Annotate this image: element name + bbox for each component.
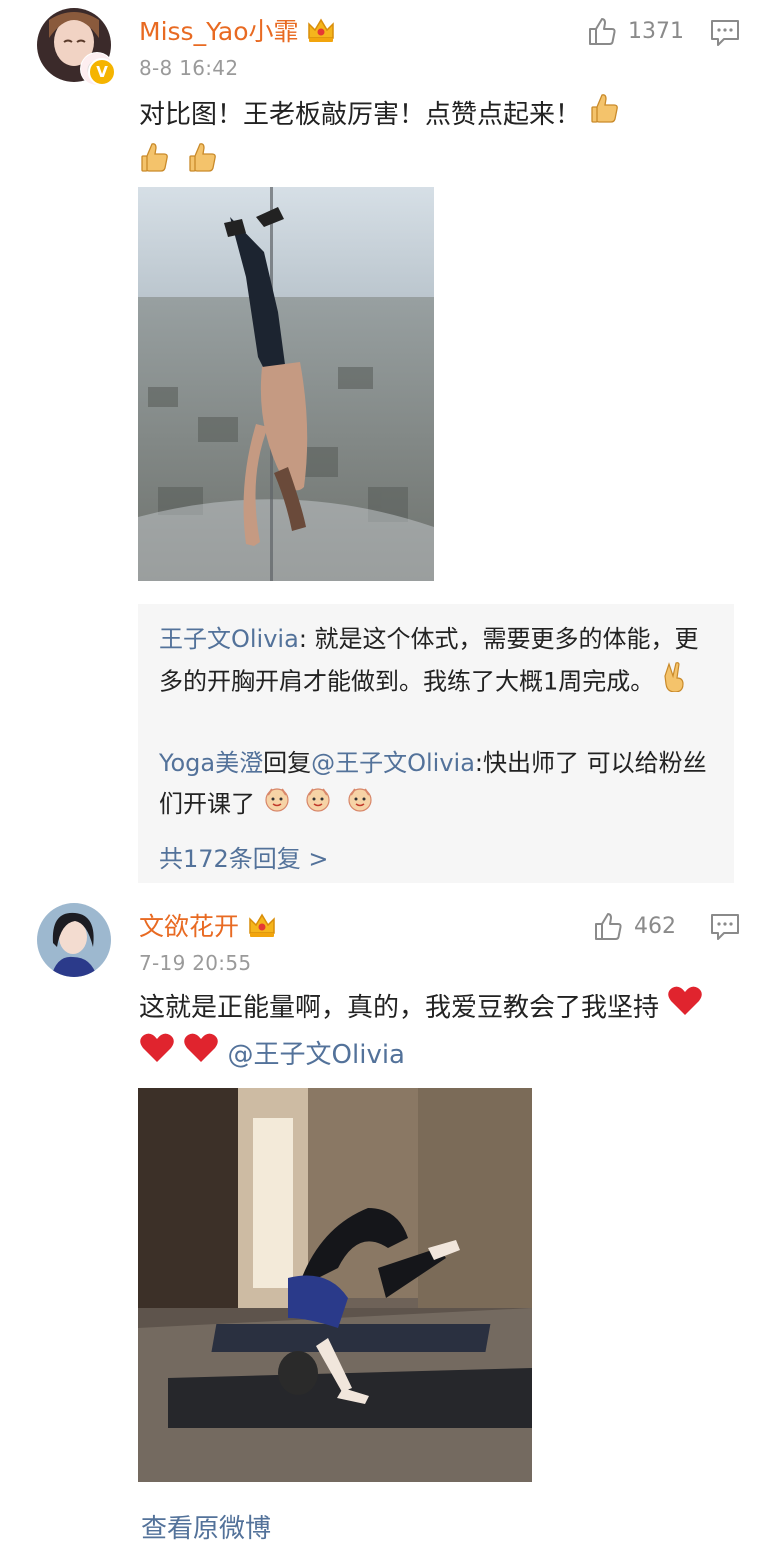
mention-link[interactable]: @王子文Olivia	[228, 1040, 405, 1070]
comment-time: 7-19 20:55	[139, 951, 252, 975]
crown-vip-icon	[306, 16, 336, 50]
verified-badge-icon: V	[88, 58, 116, 86]
avatar[interactable]	[37, 903, 111, 977]
view-original-post-link[interactable]: 查看原微博	[141, 1508, 271, 1545]
avatar-image-icon	[37, 903, 111, 977]
like-count: 462	[634, 913, 676, 939]
comment-photo[interactable]	[138, 187, 434, 581]
comment-username[interactable]: Miss_Yao小霏	[139, 12, 336, 50]
like-button[interactable]: 1371	[586, 14, 684, 48]
victory-hand-emoji-icon	[662, 660, 690, 705]
reply-separator: :	[298, 625, 315, 653]
handstand-photo-icon	[138, 187, 434, 581]
cheer-emoji-icon	[263, 785, 291, 826]
reply-word: 回复	[263, 749, 312, 777]
username-text[interactable]: Miss_Yao小霏	[139, 17, 299, 46]
comment-text: 对比图！王老板敲厉害！点赞点起来！	[139, 100, 582, 130]
more-replies-link[interactable]: 共172条回复 >	[159, 839, 329, 874]
yoga-photo-icon	[138, 1088, 532, 1482]
mention-link[interactable]: @王子文Olivia	[311, 749, 475, 777]
heart-emoji-icon	[183, 1032, 219, 1079]
comment-text: 这就是正能量啊，真的，我爱豆教会了我坚持	[139, 993, 660, 1023]
like-button[interactable]: 462	[592, 909, 676, 943]
reply-comment-button[interactable]	[709, 912, 741, 946]
crown-vip-icon	[247, 911, 277, 945]
comment-bubble-icon	[711, 914, 739, 940]
comment-body: 这就是正能量啊，真的，我爱豆教会了我坚持 @王子文Olivia	[139, 985, 729, 1079]
cheer-emoji-icon	[304, 785, 332, 826]
reply-item: 王子文Olivia: 就是这个体式，需要更多的体能，更多的开胸开肩才能做到。我练…	[159, 619, 714, 705]
reply-separator: :	[474, 749, 484, 777]
reply-author-link[interactable]: Yoga美澄	[159, 749, 263, 777]
username-text[interactable]: 文欲花开	[139, 912, 239, 941]
reply-item: Yoga美澄回复@王子文Olivia:快出师了 可以给粉丝们开课了	[159, 743, 714, 826]
thumbs-up-emoji-icon	[589, 91, 621, 140]
thumbs-up-emoji-icon	[139, 140, 171, 189]
comment-photo[interactable]	[138, 1088, 532, 1482]
heart-emoji-icon	[667, 985, 703, 1032]
thumbs-up-emoji-icon	[187, 140, 219, 189]
thumbs-up-icon	[595, 913, 622, 940]
comment-bubble-icon	[711, 20, 739, 46]
heart-emoji-icon	[139, 1032, 175, 1079]
reply-author-link[interactable]: 王子文Olivia	[159, 625, 299, 653]
comment-username[interactable]: 文欲花开	[139, 907, 277, 945]
thumbs-up-icon	[589, 18, 616, 45]
reply-comment-button[interactable]	[709, 18, 741, 52]
comment-time: 8-8 16:42	[139, 56, 239, 80]
cheer-emoji-icon	[346, 785, 374, 826]
comment-body: 对比图！王老板敲厉害！点赞点起来！	[139, 91, 729, 189]
like-count: 1371	[628, 18, 684, 44]
